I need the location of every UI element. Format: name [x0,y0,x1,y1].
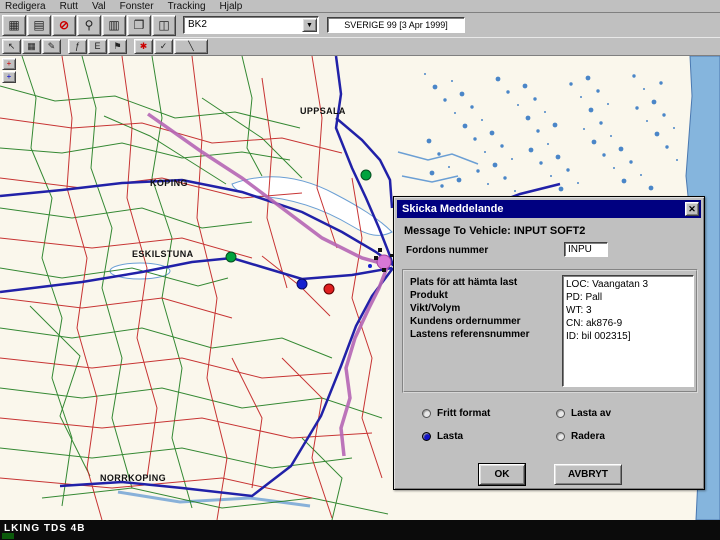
archipelago-dots [424,73,678,192]
field-label: Kundens ordernummer [410,316,521,327]
radio-circle-icon[interactable] [556,409,565,418]
bay-inlet [117,490,311,508]
table-icon[interactable]: ▦ [2,14,26,36]
field-label: Produkt [410,290,448,301]
dialog-title-bar[interactable]: Skicka Meddelande ✕ [397,200,701,218]
menu-val[interactable]: Val [92,1,106,12]
radio-label: Lasta [437,431,464,442]
city-label-koping: KOPING [150,178,188,188]
dialog-title: Skicka Meddelande [402,203,504,215]
print-icon[interactable]: ▥ [102,14,126,36]
vehicle-marker-red[interactable] [323,283,335,295]
status-bar: LKING TDS 4B [0,520,720,540]
copy-pages-icon[interactable]: ❐ [127,14,151,36]
menu-tracking[interactable]: Tracking [168,1,206,12]
load-info-values[interactable]: LOC: Vaangatan 3 PD: Pall WT: 3 CN: ak87… [562,275,694,387]
slash-icon[interactable]: ╲ [174,39,208,54]
ok-button[interactable]: OK [478,463,526,486]
menu-rutt[interactable]: Rutt [60,1,78,12]
field-value: LOC: Vaangatan 3 [566,279,649,290]
label-icon[interactable]: E [88,39,107,54]
menu-redigera[interactable]: Redigera [5,1,46,12]
vehicle-marker-green[interactable] [360,169,372,181]
field-value: WT: 3 [566,305,592,316]
vehicle-select-combo[interactable]: BK2 ▼ [183,16,319,34]
vehicle-number-label: Fordons nummer [406,245,489,256]
radio-fritt-format[interactable]: Fritt format [422,408,490,419]
radio-label: Radera [571,431,605,442]
close-icon[interactable]: ✕ [685,202,699,216]
zoom-in-tool-icon[interactable]: + [2,58,16,70]
map-tool-strip: + + [2,58,16,83]
main-toolbar: ▦ ▤ ⊘ ⚲ ▥ ❐ ◫ BK2 ▼ SVERIGE 99 [3 Apr 19… [0,13,720,38]
map-title-field[interactable]: SVERIGE 99 [3 Apr 1999] [327,17,465,33]
vehicle-marker-blue[interactable] [296,278,308,290]
cancel-button[interactable]: AVBRYT [554,464,622,485]
field-value: ID: bil 002315] [566,331,631,342]
zoom-icon[interactable]: ⚲ [77,14,101,36]
radio-radera[interactable]: Radera [556,431,605,442]
check-icon[interactable]: ✓ [154,39,173,54]
radio-lasta[interactable]: Lasta [422,431,463,442]
send-message-dialog: Skicka Meddelande ✕ Message To Vehicle: … [393,196,705,490]
menu-hjalp[interactable]: Hjalp [220,1,243,12]
vehicle-marker-green[interactable] [225,251,237,263]
vehicle-number-field[interactable]: INPU [564,242,608,257]
radio-circle-icon[interactable] [422,432,431,441]
city-label-eskilstuna: ESKILSTUNA [132,249,194,259]
grid-icon[interactable]: ▦ [22,39,41,54]
pointer-icon[interactable]: ↖ [2,39,21,54]
city-label-norrkoping: NORRKOPING [100,473,167,483]
radio-label: Lasta av [571,408,612,419]
function-icon[interactable]: ƒ [68,39,87,54]
zoom-out-tool-icon[interactable]: + [2,71,16,83]
coast-inlet [401,175,459,183]
secondary-toolbar: ↖ ▦ ✎ ƒ E ⚑ ✱ ✓ ╲ [0,38,720,56]
radio-lasta-av[interactable]: Lasta av [556,408,611,419]
flag-icon[interactable]: ⚑ [108,39,127,54]
app-window: Redigera Rutt Val Fonster Tracking Hjalp… [0,0,720,540]
star-icon[interactable]: ✱ [134,39,153,54]
menu-bar: Redigera Rutt Val Fonster Tracking Hjalp [0,0,720,13]
field-label: Vikt/Volym [410,303,461,314]
vehicle-select-value: BK2 [188,19,207,30]
dialog-message: Message To Vehicle: INPUT SOFT2 [404,225,586,237]
pencil-icon[interactable]: ✎ [42,39,61,54]
field-value: PD: Pall [566,292,603,303]
radio-circle-icon[interactable] [422,409,431,418]
chart-icon[interactable]: ▤ [27,14,51,36]
radio-circle-icon[interactable] [556,432,565,441]
stop-icon[interactable]: ⊘ [52,14,76,36]
status-text: LKING TDS 4B [4,523,86,534]
status-indicator [2,533,14,539]
city-label-uppsala: UPPSALA [300,106,346,116]
field-label: Plats för att hämta last [410,277,518,288]
lake-malaren [231,176,393,236]
radio-label: Fritt format [437,408,491,419]
menu-fonster[interactable]: Fonster [120,1,154,12]
chevron-down-icon[interactable]: ▼ [302,18,317,32]
field-label: Lastens referensnummer [410,329,530,340]
layers-icon[interactable]: ◫ [152,14,176,36]
load-info-labels: Plats för att hämta last Produkt Vikt/Vo… [410,276,530,341]
field-value: CN: ak876-9 [566,318,623,329]
load-info-panel: Plats för att hämta last Produkt Vikt/Vo… [402,269,698,393]
